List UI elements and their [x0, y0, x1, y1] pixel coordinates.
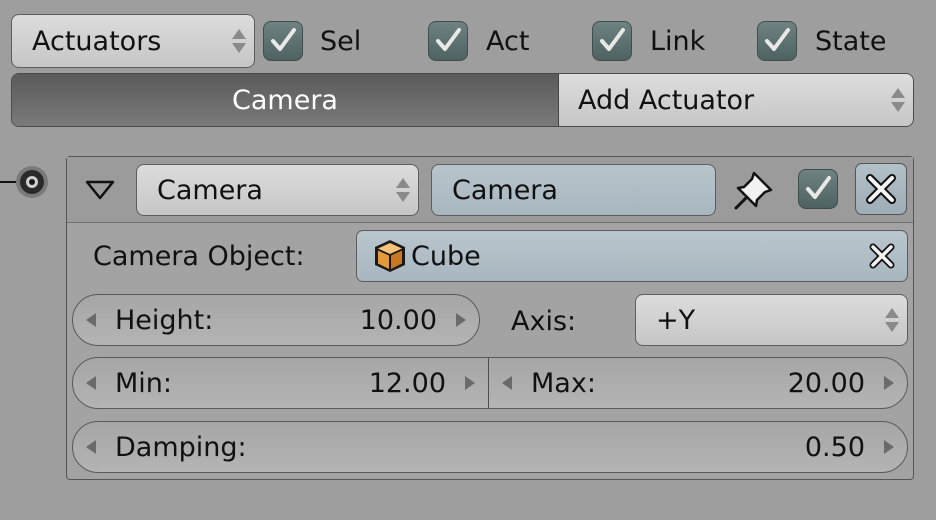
checkmark-icon — [600, 28, 625, 51]
min-max-group: Min: 12.00 Max: 20.00 — [72, 357, 908, 409]
actuator-name-value: Camera — [452, 174, 558, 206]
damping-value: 0.50 — [804, 431, 865, 463]
updown-arrows-icon — [232, 29, 246, 53]
min-field[interactable]: Min: 12.00 — [73, 358, 489, 408]
remove-actuator-button[interactable] — [855, 163, 907, 215]
height-label: Height: — [115, 304, 214, 336]
axis-dropdown[interactable]: +Y — [635, 294, 908, 346]
pin-icon — [734, 171, 773, 210]
object-header-row: Camera Add Actuator — [11, 73, 914, 127]
damping-label: Damping: — [115, 431, 247, 463]
checkmark-icon — [806, 176, 831, 199]
decrement-arrow-icon[interactable] — [502, 376, 512, 390]
updown-arrows-icon — [891, 88, 905, 112]
cube-icon — [375, 240, 405, 272]
axis-value: +Y — [656, 304, 696, 336]
camera-object-field[interactable]: Cube — [356, 230, 908, 282]
logic-type-label: Actuators — [32, 25, 162, 57]
checkmark-icon — [271, 28, 296, 51]
x-icon — [866, 174, 896, 204]
state-label: State — [815, 26, 887, 57]
checkmark-icon — [436, 28, 461, 51]
updown-arrows-icon — [885, 308, 899, 332]
max-field[interactable]: Max: 20.00 — [489, 358, 907, 408]
state-checkbox[interactable] — [757, 21, 797, 61]
increment-arrow-icon[interactable] — [884, 440, 894, 454]
add-actuator-dropdown[interactable]: Add Actuator — [559, 74, 913, 126]
act-label: Act — [486, 26, 530, 57]
logic-type-dropdown[interactable]: Actuators — [11, 14, 255, 68]
camera-object-value: Cube — [411, 240, 481, 272]
pin-button[interactable] — [729, 166, 779, 214]
increment-arrow-icon[interactable] — [465, 376, 475, 390]
link-socket-icon[interactable] — [0, 164, 54, 204]
collapse-toggle[interactable] — [80, 172, 120, 208]
updown-arrows-icon — [396, 178, 410, 202]
decrement-arrow-icon[interactable] — [86, 313, 96, 327]
clear-object-button[interactable] — [867, 241, 897, 271]
min-label: Min: — [115, 367, 173, 399]
axis-label: Axis: — [511, 306, 577, 337]
min-value: 12.00 — [368, 367, 446, 399]
actuator-active-checkbox[interactable] — [798, 169, 838, 209]
add-actuator-label: Add Actuator — [578, 84, 755, 116]
camera-object-label: Camera Object: — [93, 241, 305, 272]
object-tab-label: Camera — [232, 84, 338, 116]
height-field[interactable]: Height: 10.00 — [72, 294, 480, 346]
link-label: Link — [650, 26, 706, 57]
clear-x-icon — [869, 243, 895, 269]
sel-label: Sel — [320, 26, 362, 57]
height-value: 10.00 — [359, 304, 437, 336]
triangle-down-icon — [85, 180, 115, 200]
increment-arrow-icon[interactable] — [884, 376, 894, 390]
act-checkbox[interactable] — [428, 21, 468, 61]
decrement-arrow-icon[interactable] — [86, 376, 96, 390]
max-value: 20.00 — [787, 367, 865, 399]
decrement-arrow-icon[interactable] — [86, 440, 96, 454]
object-tab-camera[interactable]: Camera — [12, 74, 559, 126]
actuator-name-field[interactable]: Camera — [431, 164, 716, 216]
sel-checkbox[interactable] — [263, 21, 303, 61]
max-label: Max: — [531, 367, 596, 399]
link-checkbox[interactable] — [592, 21, 632, 61]
checkmark-icon — [765, 28, 790, 51]
actuator-type-dropdown[interactable]: Camera — [136, 164, 419, 216]
increment-arrow-icon[interactable] — [456, 313, 466, 327]
actuator-type-label: Camera — [157, 174, 263, 206]
damping-field[interactable]: Damping: 0.50 — [72, 421, 908, 473]
